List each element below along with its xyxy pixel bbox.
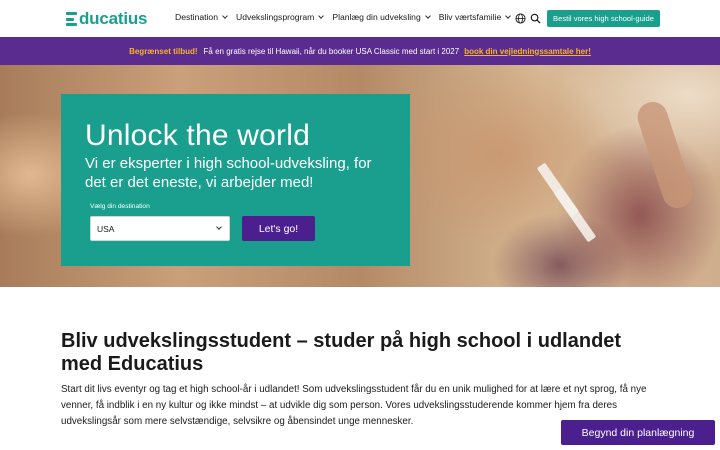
start-planning-button[interactable]: Begynd din planlægning <box>561 420 715 445</box>
logo-wordmark: ducatius <box>79 9 148 28</box>
nav-plan-exchange[interactable]: Planlæg din udveksling <box>332 12 431 22</box>
chevron-down-icon <box>505 12 512 19</box>
hero-photo-detail <box>633 98 697 212</box>
promo-banner: Begrænset tilbud! Få en gratis rejse til… <box>0 37 720 65</box>
hero-photo-detail <box>553 187 597 243</box>
hero-subtitle: Vi er eksperter i high school-udveksling… <box>85 155 372 191</box>
destination-label: Vælg din destination <box>90 203 150 210</box>
chevron-down-icon <box>424 12 431 19</box>
globe-icon[interactable] <box>515 13 526 24</box>
order-guide-button[interactable]: Bestil vores high school-guide <box>547 10 660 27</box>
logo-e-mark-icon <box>66 12 78 26</box>
hero-card: Unlock the world Vi er eksperter i high … <box>61 94 410 266</box>
hero-title: Unlock the world <box>85 119 310 152</box>
page-heading: Bliv udvekslingsstudent – studer på high… <box>61 330 622 375</box>
destination-select[interactable]: USA <box>90 216 230 241</box>
promo-tag: Begrænset tilbud! <box>129 46 198 56</box>
nav-label: Destination <box>175 12 218 22</box>
destination-value: USA <box>97 223 115 234</box>
nav-destination[interactable]: Destination <box>175 12 228 22</box>
search-icon[interactable] <box>530 13 541 24</box>
nav-label: Planlæg din udveksling <box>332 12 421 22</box>
nav-host-family[interactable]: Bliv værtsfamilie <box>438 12 512 22</box>
main-nav: Destination Udvekslingsprogram Planlæg d… <box>175 12 512 22</box>
lets-go-button[interactable]: Let's go! <box>242 216 315 241</box>
chevron-down-icon <box>318 12 325 19</box>
nav-label: Udvekslingsprogram <box>236 12 315 22</box>
chevron-down-icon <box>222 12 228 19</box>
chevron-down-icon <box>216 224 222 230</box>
nav-exchange-program[interactable]: Udvekslingsprogram <box>236 12 325 22</box>
nav-label: Bliv værtsfamilie <box>438 12 502 22</box>
educatius-logo[interactable]: ducatius <box>66 9 148 29</box>
promo-link[interactable]: book din vejledningssamtale her! <box>464 47 591 56</box>
promo-text: Få en gratis rejse til Hawaii, når du bo… <box>203 46 460 56</box>
site-header: ducatius Destination Udvekslingsprogram … <box>0 0 720 37</box>
